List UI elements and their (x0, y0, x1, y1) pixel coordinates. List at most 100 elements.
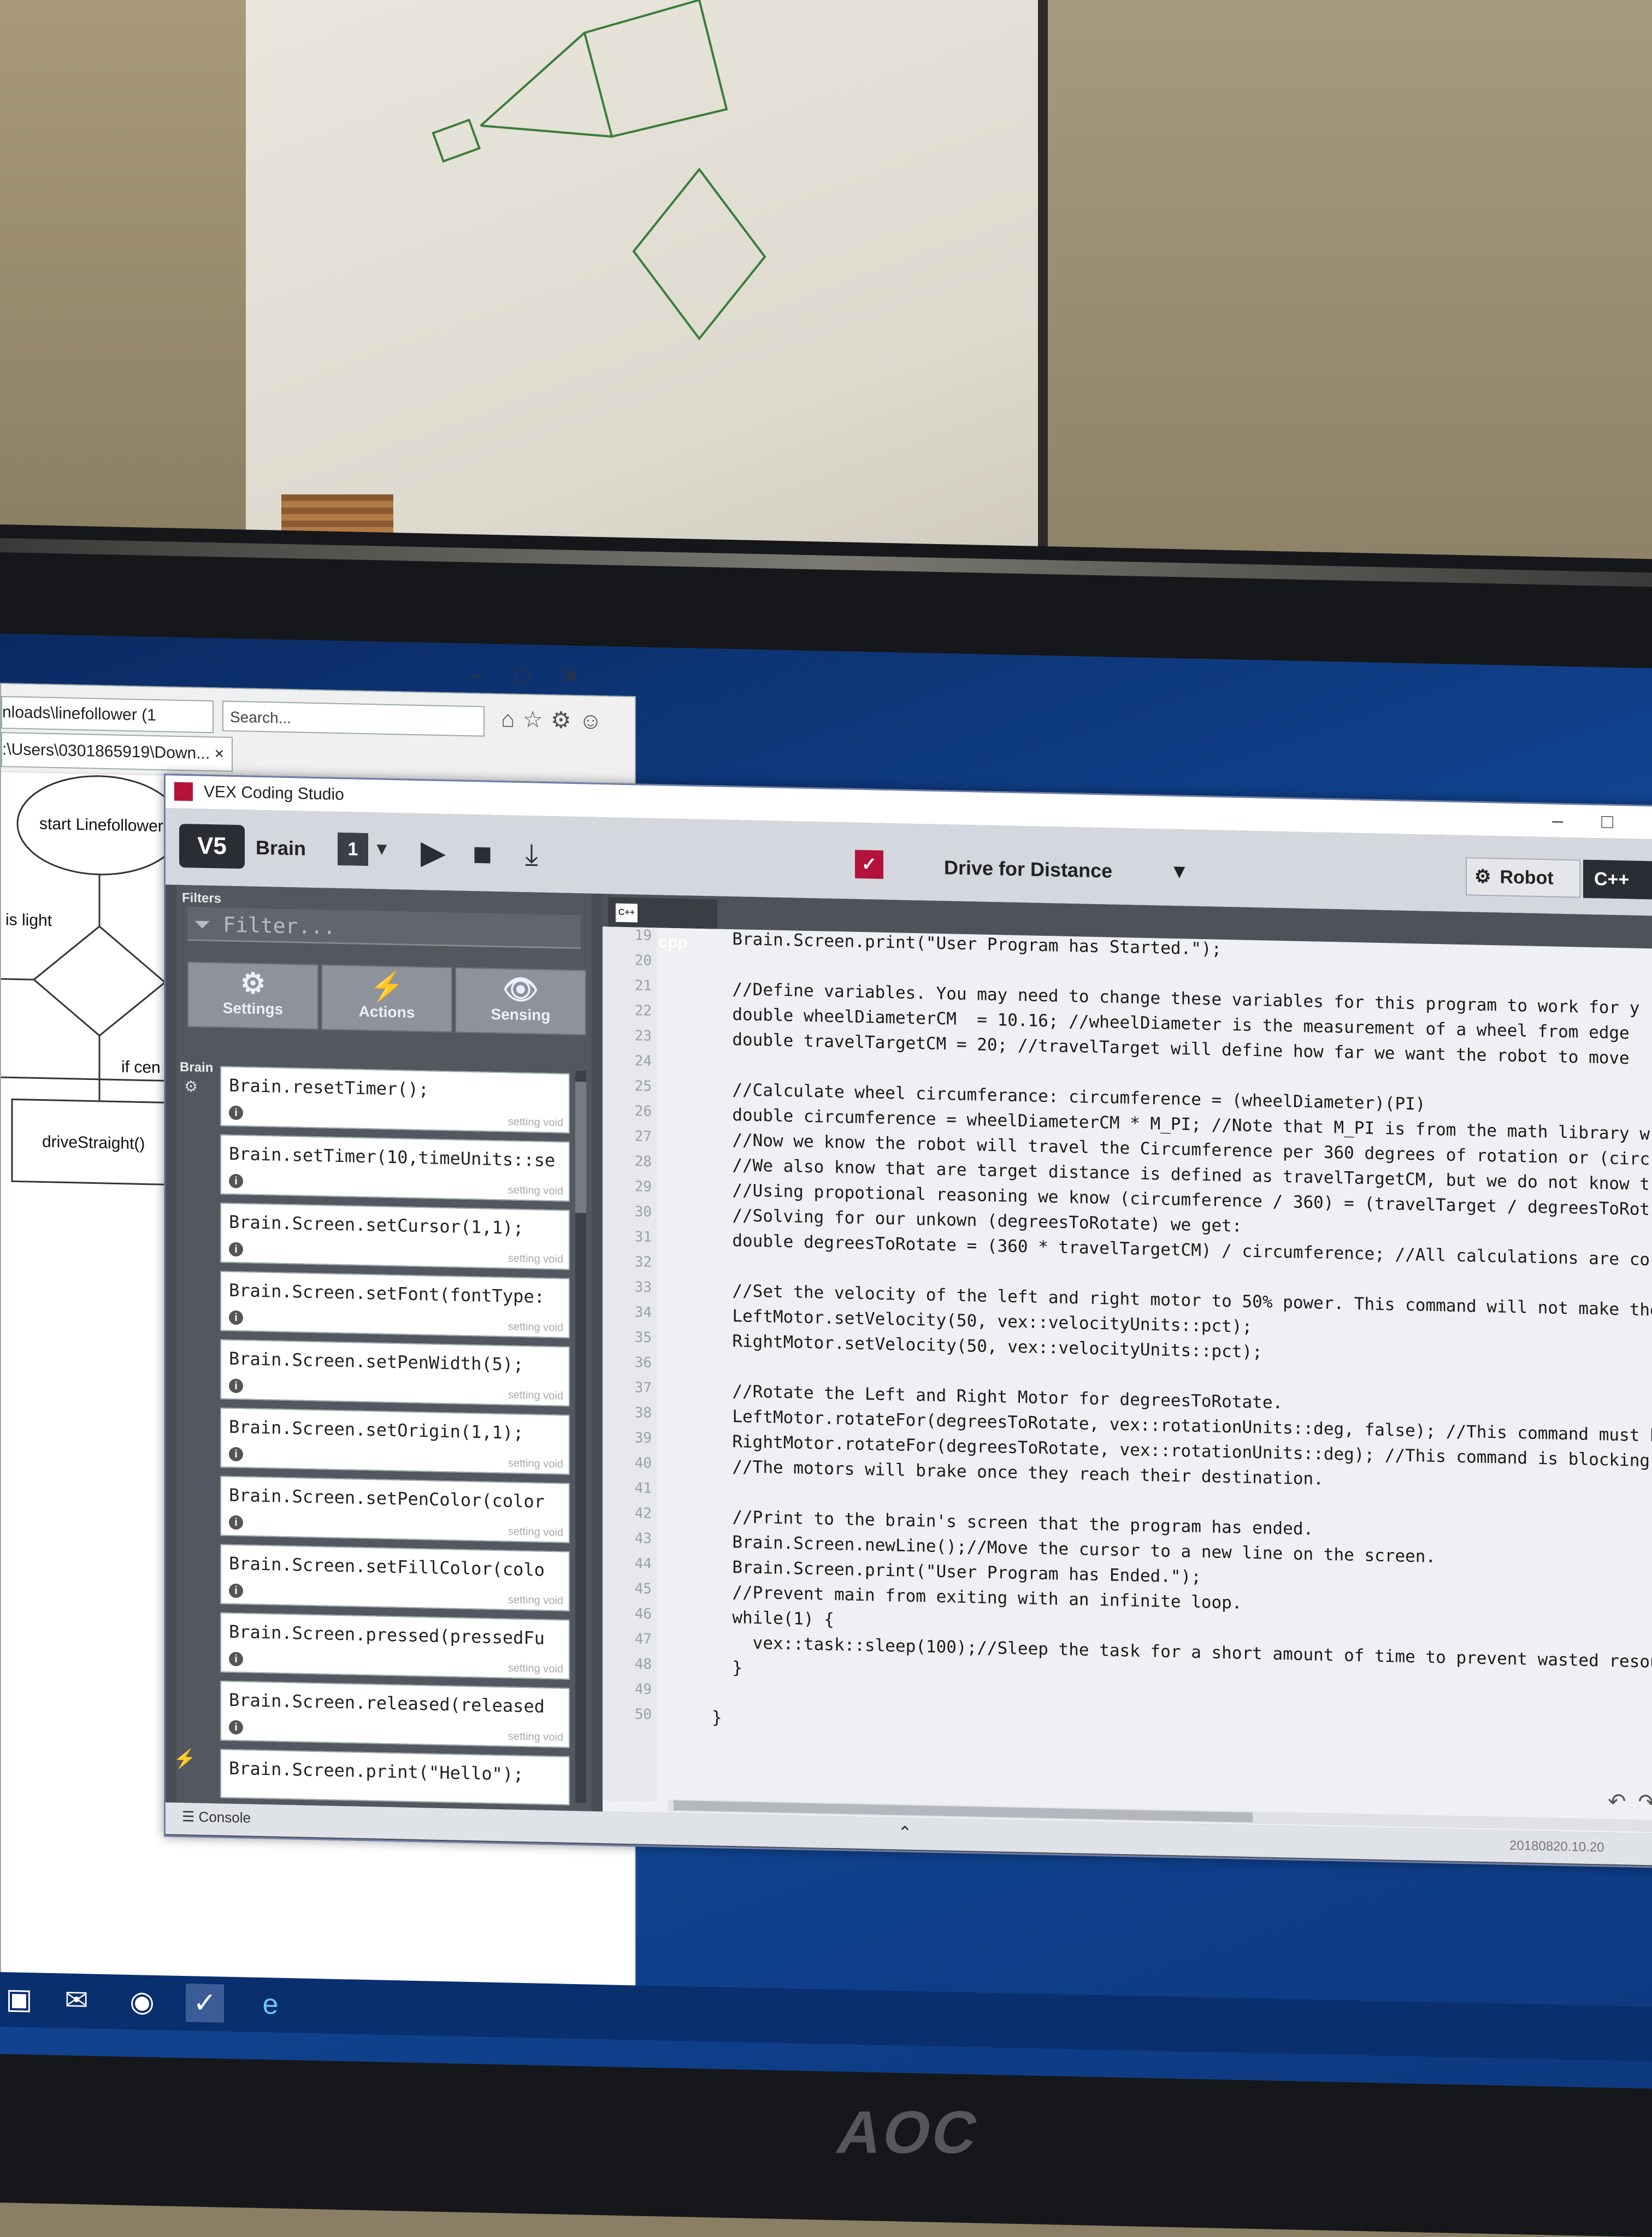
filter-input[interactable]: ⏷ Filter... (187, 907, 581, 949)
line-number: 39 (634, 1430, 652, 1447)
line-number: 19 (634, 927, 652, 944)
line-number: 34 (634, 1304, 652, 1321)
command-item[interactable]: Brain.setTimer(10,timeUnits::se i settin… (220, 1134, 570, 1202)
command-item[interactable]: Brain.Screen.setPenWidth(5); i setting v… (220, 1339, 570, 1407)
line-number: 41 (634, 1480, 652, 1497)
command-code: Brain.setTimer(10,timeUnits::se (229, 1143, 556, 1171)
line-number: 42 (634, 1505, 652, 1522)
command-type: setting void (508, 1115, 563, 1129)
info-icon[interactable]: i (229, 1105, 243, 1120)
info-icon[interactable]: i (229, 1515, 243, 1530)
filter-placeholder: Filter... (223, 912, 336, 939)
line-number: 31 (634, 1229, 652, 1246)
project-name[interactable]: Drive for Distance (944, 856, 1112, 882)
line-number: 50 (634, 1706, 652, 1723)
info-icon[interactable]: i (229, 1583, 243, 1598)
line-number: 33 (634, 1279, 652, 1296)
browser-icons[interactable]: ⌂☆⚙☺ (501, 705, 610, 734)
info-icon[interactable]: i (229, 1173, 243, 1189)
console-toggle[interactable]: ☰ Console (182, 1808, 251, 1827)
chevron-up-icon[interactable]: ⌃ (898, 1822, 912, 1843)
command-item[interactable]: Brain.Screen.setFont(fontType: i setting… (220, 1271, 570, 1338)
line-number: 26 (634, 1103, 652, 1120)
mail-icon[interactable]: ✉ (57, 1981, 96, 2020)
cpp-file-icon: C++ (616, 903, 638, 923)
chrome-icon[interactable]: ◉ (123, 1982, 161, 2021)
browser-tab[interactable]: :\Users\0301865919\Down... × (1, 732, 233, 772)
tab-settings-label: Settings (222, 999, 284, 1018)
info-icon[interactable]: i (229, 1447, 243, 1462)
code-editor[interactable]: C++ main.cpp 19 Brain.Screen.print("User… (603, 894, 1652, 1834)
line-number: 22 (634, 1002, 652, 1019)
code-lines[interactable]: 19 Brain.Screen.print("User Program has … (603, 926, 1652, 1823)
mode-toggle-button[interactable]: C++ (1583, 859, 1652, 900)
brain-settings-icon[interactable]: ⚙ (184, 1077, 198, 1096)
flowchart-condition: is light (5, 911, 52, 930)
line-number: 43 (634, 1530, 652, 1547)
version-label: 20180820.10.20 (1509, 1838, 1604, 1855)
monitor-brand-logo: AOC (831, 2099, 986, 2166)
robot-button[interactable]: ⚙ Robot (1466, 857, 1580, 898)
address-bar[interactable]: nloads\linefollower (1 (1, 696, 214, 734)
project-dropdown-icon[interactable]: ▼ (1170, 860, 1189, 883)
command-item[interactable]: Brain.Screen.setCursor(1,1); i setting v… (220, 1202, 570, 1270)
scrollbar-thumb[interactable] (575, 1082, 586, 1213)
filters-label: Filters (182, 890, 222, 906)
command-type: setting void (508, 1252, 563, 1266)
command-item[interactable]: Brain.Screen.print("Hello"); (220, 1749, 570, 1805)
code-text[interactable]: } (712, 1708, 722, 1727)
tab-settings[interactable]: ⚙ Settings (187, 961, 318, 1030)
command-type: setting void (508, 1525, 563, 1539)
browser-window-controls[interactable]: –□✕ (471, 662, 613, 690)
eye-icon: 👁 (502, 973, 539, 1006)
store-icon[interactable]: ▣ (0, 1980, 38, 2018)
flowchart-action: driveStraight() (42, 1132, 145, 1153)
tab-main-cpp[interactable]: C++ main.cpp (608, 897, 717, 952)
search-input[interactable]: Search... (222, 700, 485, 737)
tab-sensing[interactable]: 👁 Sensing (455, 967, 586, 1036)
chevron-down-icon[interactable]: ▼ (373, 839, 391, 859)
info-icon[interactable]: i (229, 1378, 243, 1394)
line-number: 48 (634, 1656, 652, 1673)
info-icon[interactable]: i (229, 1310, 243, 1325)
commands-scrollbar[interactable] (575, 1071, 586, 1803)
slot-selector[interactable]: 1 (338, 832, 368, 866)
line-number: 30 (634, 1203, 652, 1220)
command-item[interactable]: Brain.Screen.released(released i setting… (220, 1680, 570, 1748)
internet-explorer-icon[interactable]: e (251, 1985, 290, 2024)
console-icon: ☰ (182, 1808, 199, 1825)
command-item[interactable]: Brain.Screen.setPenColor(color i setting… (220, 1475, 570, 1543)
vex-brain-icon[interactable]: V5 (179, 823, 245, 869)
vex-taskbar-icon[interactable]: ✓ (186, 1984, 224, 2023)
info-icon[interactable]: i (229, 1651, 243, 1667)
lightning-icon: ⚡ (369, 971, 405, 1004)
info-icon[interactable]: i (229, 1242, 243, 1257)
line-number: 37 (634, 1379, 652, 1396)
tab-actions[interactable]: ⚡ Actions (321, 964, 452, 1033)
command-type: setting void (508, 1320, 563, 1334)
background-wall-right (1048, 0, 1652, 601)
code-text[interactable]: } (712, 1657, 742, 1678)
lightning-icon[interactable]: ⚡ (173, 1748, 196, 1770)
stop-icon[interactable]: ■ (463, 834, 502, 873)
window-controls[interactable]: –□ (1552, 809, 1651, 834)
line-number: 44 (634, 1555, 652, 1572)
command-item[interactable]: Brain.Screen.setOrigin(1,1); i setting v… (220, 1407, 570, 1475)
robot-arm-icon: ⚙ (1474, 866, 1491, 888)
line-number: 27 (634, 1128, 652, 1145)
info-icon[interactable]: i (229, 1720, 243, 1735)
command-code: Brain.resetTimer(); (229, 1075, 429, 1100)
command-item[interactable]: Brain.resetTimer(); i setting void (220, 1066, 570, 1134)
download-icon[interactable]: ⤓ (512, 835, 551, 874)
tab-close-icon[interactable]: × (215, 745, 225, 763)
play-icon[interactable]: ▶ (414, 833, 452, 872)
command-item[interactable]: Brain.Screen.setFillColor(colo i setting… (220, 1544, 570, 1612)
command-type: setting void (508, 1457, 563, 1471)
brain-label[interactable]: Brain (256, 836, 306, 860)
undo-redo-icons[interactable]: ↶↷ (1608, 1789, 1652, 1815)
command-item[interactable]: Brain.Screen.pressed(pressedFu i setting… (220, 1612, 570, 1680)
command-type: setting void (508, 1184, 563, 1197)
code-text[interactable]: while(1) { (712, 1607, 834, 1630)
command-code: Brain.Screen.setFillColor(colo (229, 1553, 545, 1580)
commands-panel: Filters ⏷ Filter... ⚙ Settings ⚡ Actions… (173, 884, 592, 1811)
